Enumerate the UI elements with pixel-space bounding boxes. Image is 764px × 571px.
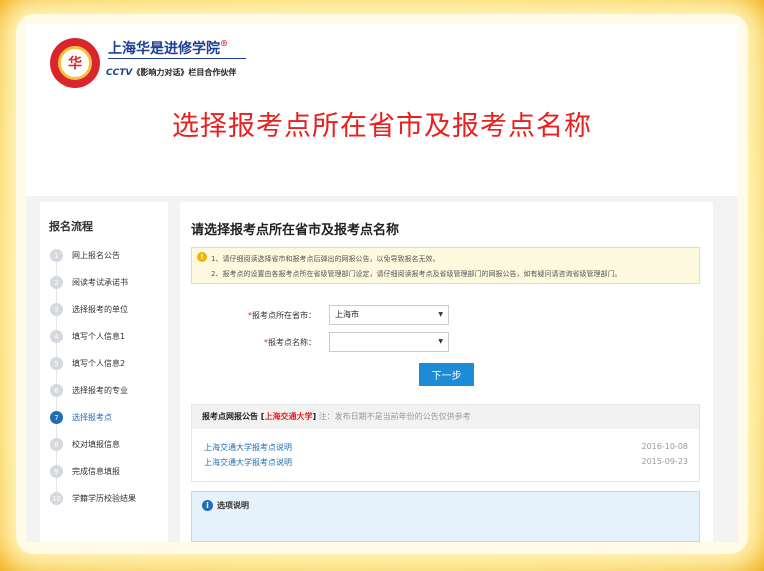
step-label: 网上报名公告: [72, 251, 120, 260]
step-number: 8: [50, 438, 63, 451]
options-info-title: 选项说明: [217, 501, 249, 510]
notice-line-1: 1、请仔细阅读选择省市和报考点后弹出的网报公告，以免导致报名无效。: [211, 255, 440, 263]
chevron-down-icon: ▼: [438, 311, 443, 318]
slide: 华 上海华是进修学院® CCTV《影响力对话》栏目合作伙伴 选择报考点所在省市及…: [26, 24, 738, 542]
notice-box: ! 1、请仔细阅读选择省市和报考点后弹出的网报公告，以免导致报名无效。 2、报考…: [191, 247, 700, 284]
logo-tagline-text: 《影响力对话》栏目合作伙伴: [132, 68, 237, 77]
announcement-link[interactable]: 上海交通大学报考点说明: [204, 443, 292, 452]
step-number: 3: [50, 303, 63, 316]
sidebar-title: 报名流程: [49, 220, 93, 233]
step-item-3[interactable]: 3 选择报考的单位: [50, 296, 136, 323]
province-label-text: 报考点所在省市：: [252, 311, 316, 320]
step-item-2[interactable]: 2 阅读考试承诺书: [50, 269, 136, 296]
step-label: 选择报考的专业: [72, 386, 128, 395]
announcement-school[interactable]: 上海交通大学: [264, 412, 312, 421]
step-label: 填写个人信息2: [72, 359, 126, 368]
info-icon: i: [202, 500, 213, 511]
site-label-text: 报考点名称：: [268, 338, 316, 347]
next-step-button[interactable]: 下一步: [419, 363, 474, 386]
announcement-box: 报考点网报公告 [上海交通大学] 注：发布日期不是当前年份的公告仅供参考 上海交…: [191, 404, 700, 482]
site-label: *报考点名称：: [238, 337, 316, 348]
step-number: 7: [50, 411, 63, 424]
main-panel: 请选择报考点所在省市及报考点名称 ! 1、请仔细阅读选择省市和报考点后弹出的网报…: [180, 202, 713, 542]
step-label: 校对填报信息: [72, 440, 120, 449]
site-select[interactable]: ▼: [329, 332, 449, 352]
logo-mark: 华: [58, 46, 92, 80]
province-label: *报考点所在省市：: [238, 310, 316, 321]
announcement-note: 注：发布日期不是当前年份的公告仅供参考: [318, 412, 471, 421]
step-number: 4: [50, 330, 63, 343]
options-info-box: i 选项说明: [191, 491, 700, 542]
step-number: 1: [50, 249, 63, 262]
province-select-value: 上海市: [335, 310, 359, 319]
process-sidebar: 报名流程 1 网上报名公告 2 阅读考试承诺书 3 选择报考的单位 4 填写个人信息1 …: [40, 202, 168, 542]
announcement-item: 上海交通大学报考点说明 2016-10-08: [204, 442, 688, 453]
announcement-head-suffix: ]: [312, 412, 317, 421]
step-list: 1 网上报名公告 2 阅读考试承诺书 3 选择报考的单位 4 填写个人信息1 5 填写个人…: [50, 242, 136, 512]
step-item-8[interactable]: 8 校对填报信息: [50, 431, 136, 458]
step-item-7[interactable]: 7 选择报考点: [50, 404, 136, 431]
cctv-logo: CCTV: [106, 68, 133, 78]
announcement-head-prefix: 报考点网报公告 [: [202, 412, 265, 421]
logo-tagline: CCTV《影响力对话》栏目合作伙伴: [106, 67, 236, 78]
announcement-date: 2015-09-23: [641, 457, 689, 466]
step-label: 选择报考点: [72, 413, 112, 422]
step-label: 完成信息填报: [72, 467, 120, 476]
announcement-date: 2016-10-08: [641, 442, 689, 451]
province-select[interactable]: 上海市 ▼: [329, 305, 449, 325]
announcement-link[interactable]: 上海交通大学报考点说明: [204, 458, 292, 467]
logo-name: 上海华是进修学院®: [108, 38, 228, 58]
announcement-header: 报考点网报公告 [上海交通大学] 注：发布日期不是当前年份的公告仅供参考: [192, 405, 699, 429]
slide-headline: 选择报考点所在省市及报考点名称: [172, 111, 592, 142]
step-item-1[interactable]: 1 网上报名公告: [50, 242, 136, 269]
step-label: 填写个人信息1: [72, 332, 126, 341]
announcement-item: 上海交通大学报考点说明 2015-09-23: [204, 457, 688, 468]
logo-divider: [108, 58, 246, 59]
notice-line-2: 2、报考点的设置由各报考点所在省级管理部门设定，请仔细阅读报考点及省级管理部门的…: [211, 270, 622, 278]
logo-name-text: 上海华是进修学院: [108, 41, 220, 57]
registered-mark: ®: [220, 38, 228, 48]
step-number: 6: [50, 384, 63, 397]
step-label: 阅读考试承诺书: [72, 278, 128, 287]
step-item-9[interactable]: 9 完成信息填报: [50, 458, 136, 485]
site-row: *报考点名称： ▼: [180, 332, 713, 352]
step-label: 选择报考的单位: [72, 305, 128, 314]
step-item-4[interactable]: 4 填写个人信息1: [50, 323, 136, 350]
registration-app: 报名流程 1 网上报名公告 2 阅读考试承诺书 3 选择报考的单位 4 填写个人信息1 …: [26, 196, 738, 542]
step-number: 2: [50, 276, 63, 289]
page-title: 请选择报考点所在省市及报考点名称: [191, 223, 400, 238]
step-number: 10: [50, 492, 63, 505]
step-item-10[interactable]: 10 学籍学历校验结果: [50, 485, 136, 512]
province-row: *报考点所在省市： 上海市 ▼: [180, 305, 713, 325]
warning-icon: !: [197, 252, 207, 262]
chevron-down-icon: ▼: [438, 338, 443, 345]
step-number: 5: [50, 357, 63, 370]
step-item-5[interactable]: 5 填写个人信息2: [50, 350, 136, 377]
school-logo: 华: [50, 38, 100, 88]
step-label: 学籍学历校验结果: [72, 494, 136, 503]
step-number: 9: [50, 465, 63, 478]
step-item-6[interactable]: 6 选择报考的专业: [50, 377, 136, 404]
